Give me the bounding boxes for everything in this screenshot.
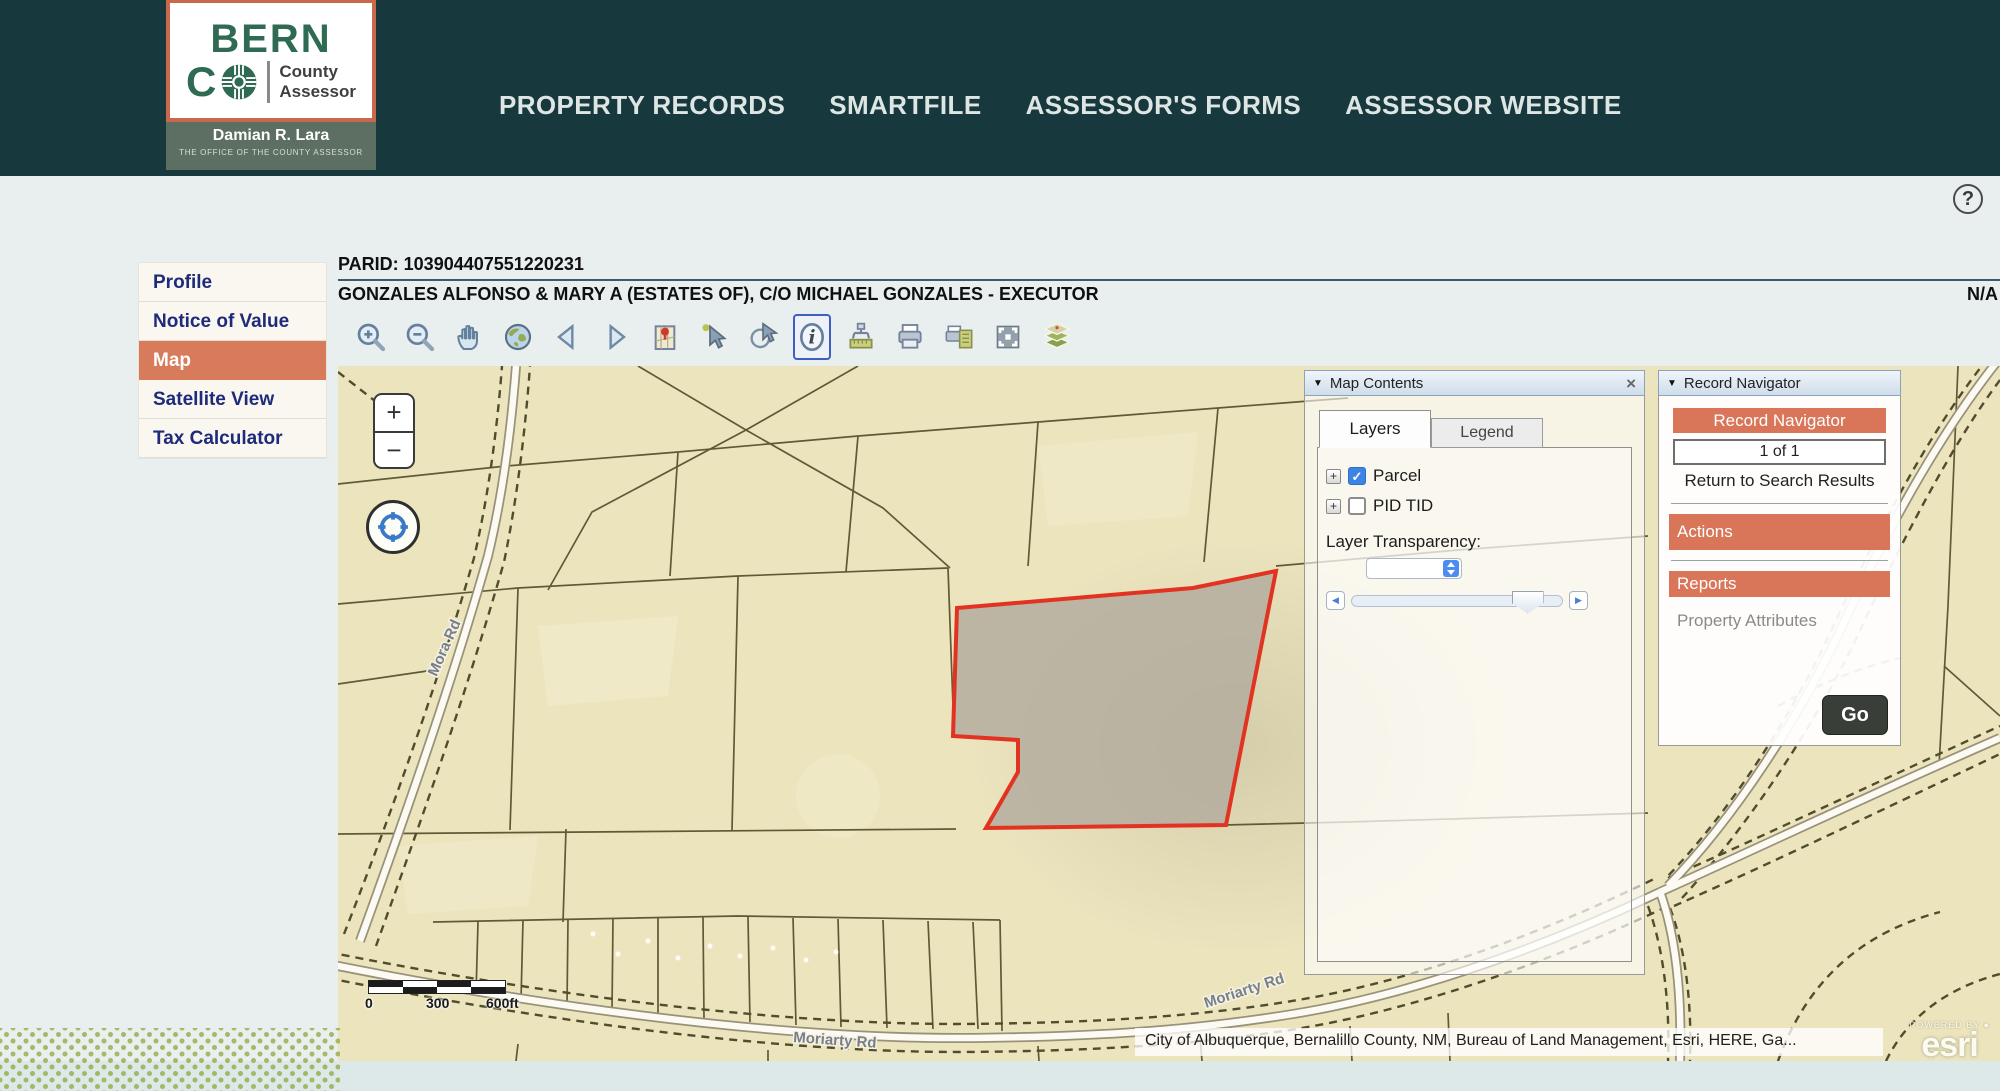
previous-extent-icon[interactable] <box>548 314 586 360</box>
map-zoom-out-button[interactable]: − <box>375 431 413 467</box>
parcel-checkbox[interactable]: ✓ <box>1348 467 1366 485</box>
layer-transparency-label: Layer Transparency: <box>1326 532 1623 552</box>
map-attribution: City of Albuquerque, Bernalillo County, … <box>1135 1028 1883 1056</box>
assessor-name: Damian R. Lara <box>166 127 376 145</box>
export-map-icon[interactable] <box>940 314 978 360</box>
zoom-in-icon[interactable] <box>352 314 390 360</box>
print-icon[interactable] <box>891 314 929 360</box>
svg-text:i: i <box>808 327 815 349</box>
divider <box>1671 560 1888 561</box>
select-arrow-icon[interactable] <box>695 314 733 360</box>
sidebar-menu: Profile Notice of Value Map Satellite Vi… <box>138 262 327 459</box>
nav-property-records[interactable]: PROPERTY RECORDS <box>499 90 785 121</box>
next-extent-icon[interactable] <box>597 314 635 360</box>
record-navigator-title: Record Navigator <box>1684 375 1801 392</box>
logo-card: BERN C County <box>166 0 376 122</box>
transparency-select[interactable] <box>1366 558 1462 579</box>
return-to-search-results-link[interactable]: Return to Search Results <box>1669 471 1890 491</box>
bernco-logo[interactable]: BERN C County <box>166 0 376 170</box>
powered-by-label: POWERED BY ● <box>1909 1020 1990 1030</box>
parid-value: PARID: 103904407551220231 <box>338 254 2000 279</box>
map-contents-tabs: Layers Legend <box>1319 410 1632 447</box>
map-contents-panel: ▼ Map Contents × Layers Legend + ✓ Parce… <box>1304 370 1645 975</box>
sidebar-item-profile[interactable]: Profile <box>139 263 326 302</box>
select-by-circle-icon[interactable] <box>744 314 782 360</box>
divider <box>1671 503 1888 504</box>
close-icon[interactable]: × <box>1626 375 1636 392</box>
top-header: BERN C County <box>0 0 2000 176</box>
logo-letter-c: C <box>186 61 216 103</box>
property-attributes-label: Property Attributes <box>1677 611 1890 631</box>
owner-name: GONZALES ALFONSO & MARY A (ESTATES OF), … <box>338 284 1099 304</box>
nav-assessor-website[interactable]: ASSESSOR WEBSITE <box>1345 90 1622 121</box>
map-toolbar: i <box>352 314 1076 360</box>
logo-county: County <box>279 62 356 81</box>
crosshair-icon <box>376 510 410 544</box>
map-zoom-control: + − <box>373 393 415 469</box>
scalebar-mid: 300 <box>426 995 449 1011</box>
record-navigator-banner: Record Navigator <box>1673 408 1886 433</box>
actions-section-button[interactable]: Actions <box>1669 514 1890 550</box>
main-nav: PROPERTY RECORDS SMARTFILE ASSESSOR'S FO… <box>499 90 1622 121</box>
zoom-out-icon[interactable] <box>401 314 439 360</box>
collapse-icon[interactable]: ▼ <box>1667 378 1677 389</box>
overview-map-icon[interactable] <box>646 314 684 360</box>
layers-icon[interactable] <box>1038 314 1076 360</box>
zia-sun-icon <box>220 63 258 101</box>
scalebar-end: 600ft <box>486 995 519 1011</box>
sidebar-item-map[interactable]: Map <box>139 341 326 380</box>
scalebar-zero: 0 <box>365 995 373 1011</box>
slider-right-arrow[interactable]: ▶ <box>1569 591 1588 610</box>
slider-track[interactable] <box>1351 595 1563 607</box>
go-button[interactable]: Go <box>1822 695 1888 735</box>
logo-assessor: Assessor <box>279 82 356 101</box>
locate-crosshair-button[interactable] <box>366 500 420 554</box>
sidebar-item-notice-of-value[interactable]: Notice of Value <box>139 302 326 341</box>
map-scalebar: 0 300 600ft <box>368 980 518 1012</box>
sidebar-item-tax-calculator[interactable]: Tax Calculator <box>139 419 326 458</box>
record-header: PARID: 103904407551220231 GONZALES ALFON… <box>338 254 2000 307</box>
record-position-box[interactable]: 1 of 1 <box>1673 439 1886 465</box>
pan-hand-icon[interactable] <box>450 314 488 360</box>
expand-icon[interactable]: + <box>1326 469 1341 484</box>
record-navigator-panel: ▼ Record Navigator Record Navigator 1 of… <box>1658 370 1901 746</box>
logo-strip: Damian R. Lara THE OFFICE OF THE COUNTY … <box>166 122 376 170</box>
tab-layers[interactable]: Layers <box>1319 410 1431 448</box>
record-right-value: N/A <box>1967 284 1998 305</box>
pid-tid-checkbox[interactable] <box>1348 497 1366 515</box>
select-stepper-icon[interactable] <box>1443 560 1459 577</box>
map-contents-header[interactable]: ▼ Map Contents × <box>1304 370 1645 396</box>
assessor-tagline: THE OFFICE OF THE COUNTY ASSESSOR <box>166 148 376 157</box>
layer-label-pid-tid: PID TID <box>1373 496 1433 516</box>
layers-tab-content: + ✓ Parcel + PID TID Layer Transparency: <box>1317 447 1632 962</box>
transparency-slider: ◀ ▶ <box>1326 591 1623 610</box>
full-screen-icon[interactable] <box>989 314 1027 360</box>
help-icon[interactable]: ? <box>1953 184 1983 214</box>
logo-word-bern: BERN <box>210 19 331 59</box>
nav-smartfile[interactable]: SMARTFILE <box>829 90 981 121</box>
nav-assessors-forms[interactable]: ASSESSOR'S FORMS <box>1026 90 1302 121</box>
map-zoom-in-button[interactable]: + <box>375 395 413 431</box>
esri-wordmark: esri <box>1909 1030 1990 1061</box>
slider-left-arrow[interactable]: ◀ <box>1326 591 1345 610</box>
reports-section-button[interactable]: Reports <box>1669 571 1890 597</box>
full-extent-globe-icon[interactable] <box>499 314 537 360</box>
identify-info-icon[interactable]: i <box>793 314 831 360</box>
esri-logo: POWERED BY ● esri <box>1909 1020 1990 1061</box>
decorative-dots-pattern <box>0 1028 340 1091</box>
logo-divider <box>267 61 270 103</box>
layer-row-parcel: + ✓ Parcel <box>1326 466 1623 486</box>
slider-thumb[interactable] <box>1512 591 1544 614</box>
tab-legend[interactable]: Legend <box>1431 418 1543 448</box>
sidebar-item-satellite-view[interactable]: Satellite View <box>139 380 326 419</box>
record-navigator-header[interactable]: ▼ Record Navigator <box>1658 370 1901 396</box>
layer-row-pid-tid: + PID TID <box>1326 496 1623 516</box>
berncco-assessor-page: BERN C County <box>0 0 2000 1091</box>
collapse-icon[interactable]: ▼ <box>1313 378 1323 389</box>
layer-label-parcel: Parcel <box>1373 466 1421 486</box>
expand-icon[interactable]: + <box>1326 499 1341 514</box>
measure-icon[interactable] <box>842 314 880 360</box>
map-contents-title: Map Contents <box>1330 375 1423 392</box>
map-canvas[interactable]: Mora Rd Moriarty Rd Moriarty Rd + − <box>338 366 2000 1061</box>
